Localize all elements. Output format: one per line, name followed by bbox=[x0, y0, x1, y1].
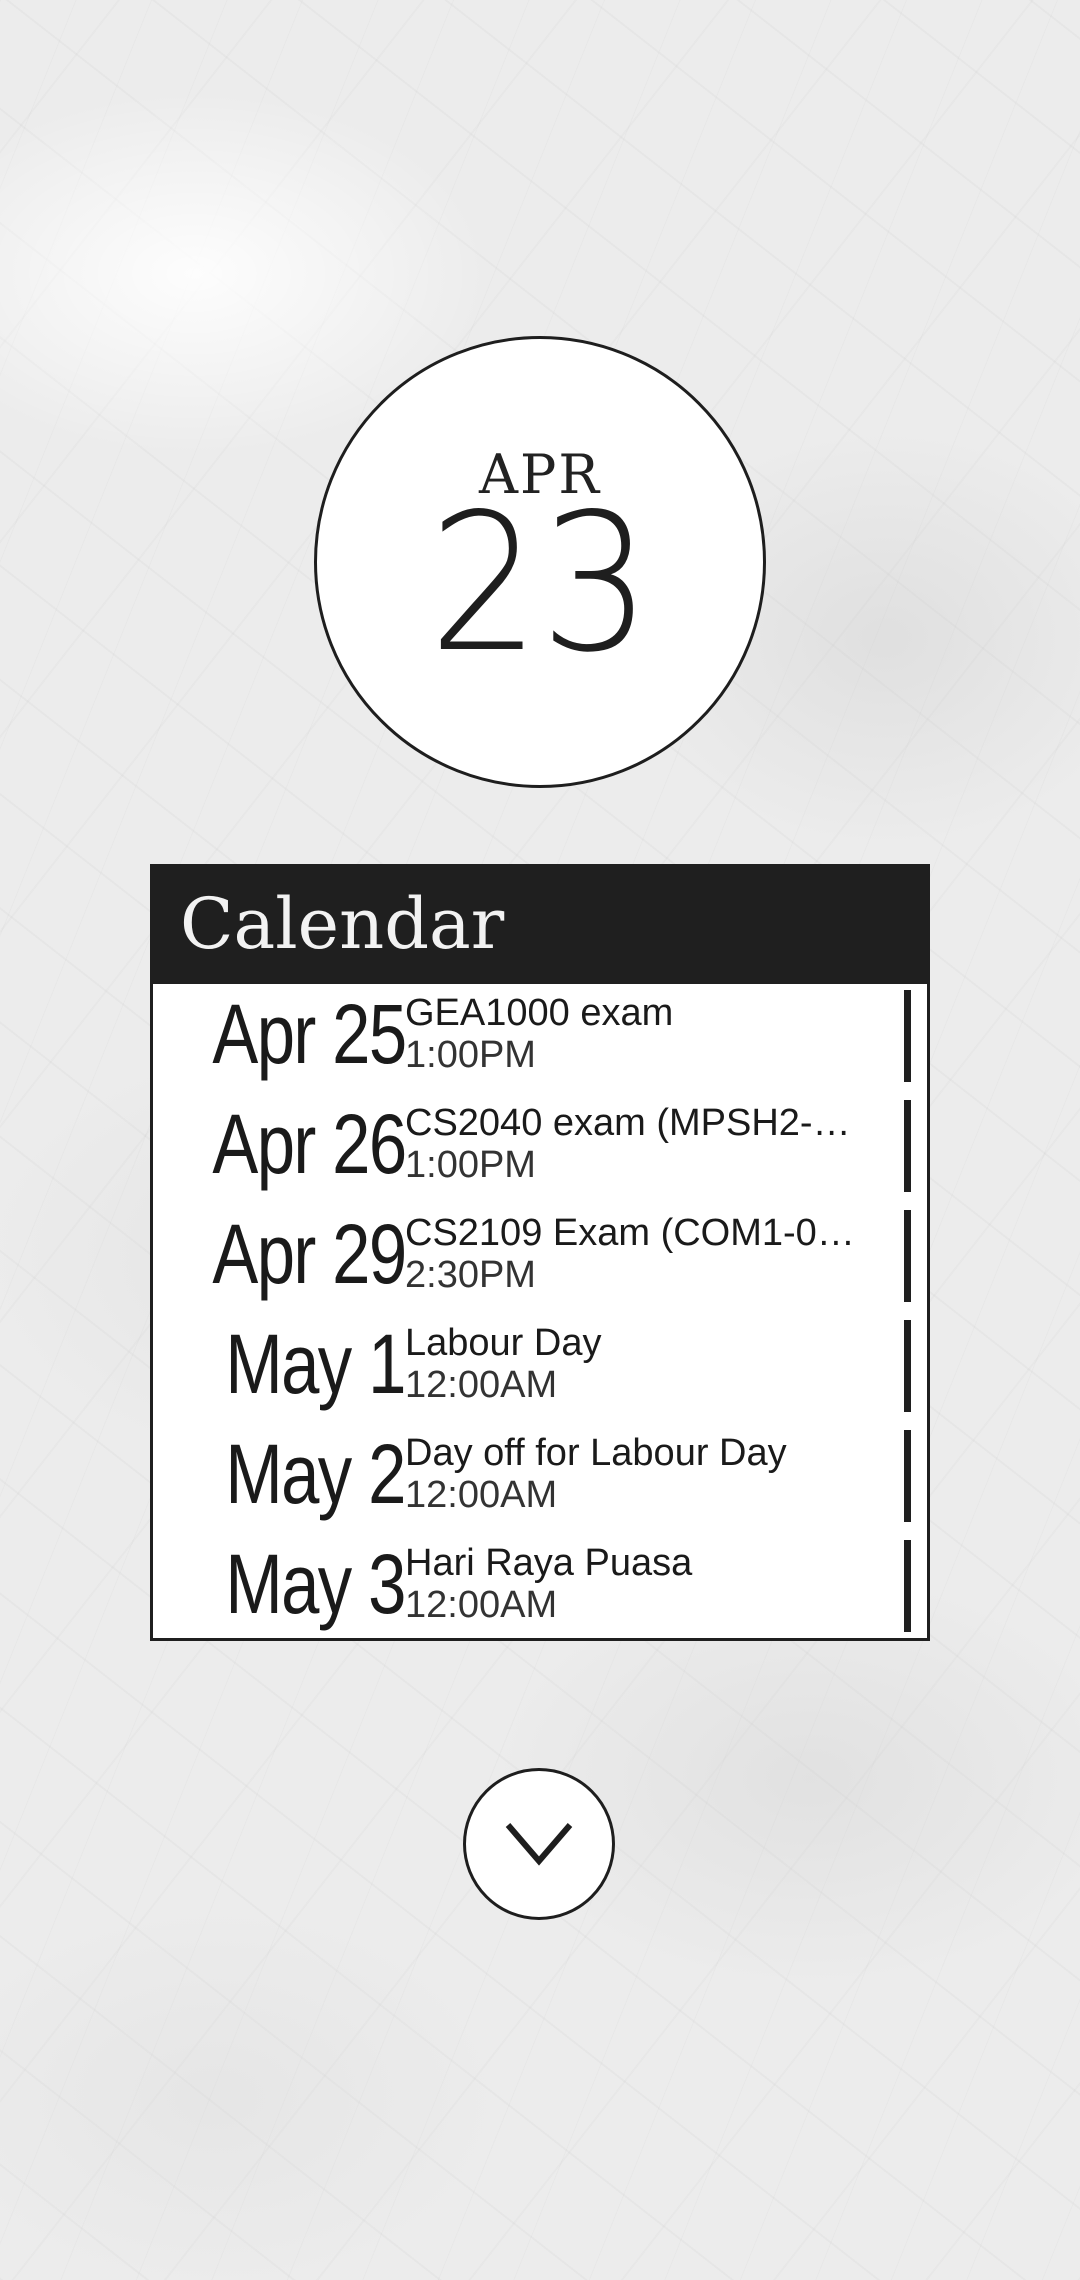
event-time: 12:00AM bbox=[405, 1364, 558, 1406]
event-color-bar bbox=[904, 990, 911, 1082]
event-title: GEA1000 exam bbox=[405, 992, 674, 1034]
calendar-header[interactable]: Calendar bbox=[150, 864, 930, 984]
event-row[interactable]: Apr 29 CS2109 Exam (COM1-02… 2:30PM bbox=[153, 1204, 927, 1314]
event-date: Apr 25 bbox=[211, 987, 407, 1081]
event-row[interactable]: May 1 Labour Day 12:00AM bbox=[153, 1314, 927, 1424]
chevron-down-icon bbox=[505, 1823, 573, 1866]
event-row[interactable]: May 2 Day off for Labour Day 12:00AM bbox=[153, 1424, 927, 1534]
event-row[interactable]: May 3 Hari Raya Puasa 12:00AM bbox=[153, 1534, 927, 1644]
event-title: CS2040 exam (MPSH2-B, … bbox=[405, 1102, 873, 1144]
event-row[interactable]: Apr 26 CS2040 exam (MPSH2-B, … 1:00PM bbox=[153, 1094, 927, 1204]
event-time: 12:00AM bbox=[405, 1584, 558, 1626]
event-title: Hari Raya Puasa bbox=[405, 1542, 693, 1584]
event-title: CS2109 Exam (COM1-02… bbox=[405, 1212, 873, 1254]
event-title: Day off for Labour Day bbox=[405, 1432, 787, 1474]
calendar-title: Calendar bbox=[180, 883, 505, 965]
expand-button[interactable] bbox=[463, 1768, 615, 1920]
event-time: 12:00AM bbox=[405, 1474, 558, 1516]
event-date: Apr 26 bbox=[211, 1097, 407, 1191]
date-badge-day: 23 bbox=[428, 473, 652, 694]
event-color-bar bbox=[904, 1320, 911, 1412]
event-color-bar bbox=[904, 1540, 911, 1632]
event-time: 2:30PM bbox=[405, 1254, 536, 1296]
event-date: May 2 bbox=[225, 1427, 407, 1521]
event-row[interactable]: Apr 25 GEA1000 exam 1:00PM bbox=[153, 984, 927, 1094]
event-color-bar bbox=[904, 1100, 911, 1192]
event-list: Apr 25 GEA1000 exam 1:00PM Apr 26 CS2040… bbox=[150, 984, 930, 1641]
event-date: Apr 29 bbox=[211, 1207, 407, 1301]
event-date: May 1 bbox=[225, 1317, 407, 1411]
event-title: Labour Day bbox=[405, 1322, 602, 1364]
event-color-bar bbox=[904, 1210, 911, 1302]
event-time: 1:00PM bbox=[405, 1144, 536, 1186]
event-color-bar bbox=[904, 1430, 911, 1522]
event-date: May 3 bbox=[225, 1537, 407, 1631]
date-badge: APR 23 bbox=[314, 336, 766, 788]
event-time: 1:00PM bbox=[405, 1034, 536, 1076]
calendar-widget: Calendar Apr 25 GEA1000 exam 1:00PM Apr … bbox=[150, 864, 930, 1641]
